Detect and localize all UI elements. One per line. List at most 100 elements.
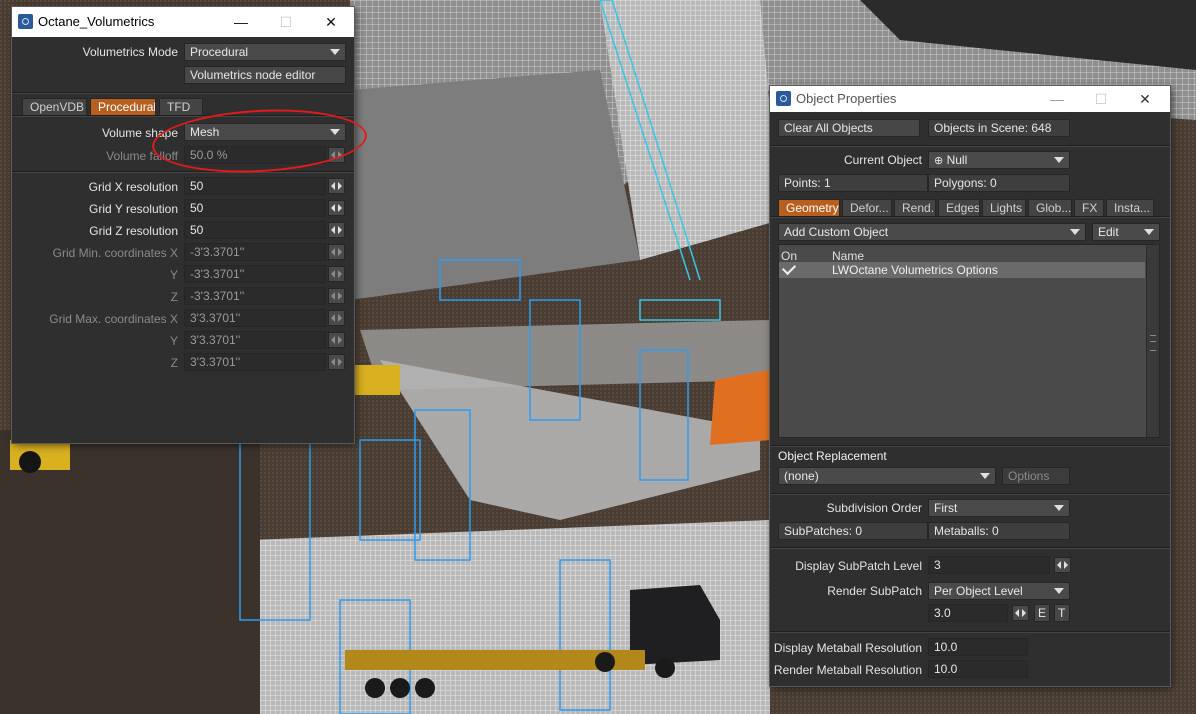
tab-global[interactable]: Glob... — [1028, 199, 1072, 217]
checkmark-icon[interactable] — [781, 260, 797, 276]
scrollbar-grip[interactable] — [1150, 335, 1156, 351]
chevron-down-icon — [1054, 157, 1064, 163]
envelope-e-button[interactable]: E — [1034, 604, 1050, 622]
render-subpatch-dropdown[interactable]: Per Object Level — [928, 582, 1070, 600]
grid-max-x-label: Grid Max. coordinates X — [49, 312, 178, 326]
grid-min-x-field[interactable]: -3'3.3701'' — [184, 243, 326, 261]
grid-x-spinner[interactable] — [328, 178, 345, 194]
grid-x-field[interactable]: 50 — [184, 177, 326, 195]
subdivision-order-value: First — [934, 501, 958, 515]
tab-tfd[interactable]: TFD — [159, 98, 203, 116]
maximize-icon[interactable]: ☐ — [1078, 86, 1124, 112]
options-button[interactable]: Options — [1002, 467, 1070, 485]
chevron-down-icon — [330, 49, 340, 55]
tab-fx[interactable]: FX — [1074, 199, 1104, 217]
tab-divider — [12, 115, 354, 117]
tab-instancing[interactable]: Insta... — [1106, 199, 1154, 217]
add-custom-object-label: Add Custom Object — [784, 225, 889, 239]
chevron-down-icon — [330, 129, 340, 135]
render-subpatch-field[interactable]: 3.0 — [928, 604, 1008, 622]
volume-shape-label: Volume shape — [101, 126, 178, 140]
volumetrics-window: Octane_Volumetrics — ☐ ✕ Volumetrics Mod… — [12, 7, 354, 443]
custom-object-list[interactable]: On Name LWOctane Volumetrics Options — [778, 244, 1160, 438]
minimize-icon[interactable]: — — [1034, 86, 1080, 112]
grid-y-label: Grid Y resolution — [89, 202, 178, 216]
divider — [770, 445, 1170, 447]
divider — [770, 547, 1170, 549]
render-subpatch-mode: Per Object Level — [934, 584, 1023, 598]
grid-min-z-field[interactable]: -3'3.3701'' — [184, 287, 326, 305]
object-properties-titlebar[interactable]: Object Properties — ☐ ✕ — [770, 86, 1170, 112]
grid-z-spinner[interactable] — [328, 222, 345, 238]
grid-max-z-spinner[interactable] — [328, 354, 345, 370]
grid-z-label: Grid Z resolution — [89, 224, 178, 238]
grid-min-x-spinner[interactable] — [328, 244, 345, 260]
tab-lights[interactable]: Lights — [982, 199, 1026, 217]
divider — [770, 493, 1170, 495]
grid-max-y-label: Y — [169, 334, 178, 348]
render-subpatch-spinner[interactable] — [1012, 605, 1029, 621]
lightwave-app-icon — [776, 91, 791, 106]
volume-falloff-spinner[interactable] — [328, 147, 345, 163]
tab-openvdb[interactable]: OpenVDB — [22, 98, 87, 116]
list-scrollbar[interactable] — [1146, 245, 1159, 437]
render-subpatch-label: Render SubPatch — [827, 584, 922, 598]
grid-min-y-field[interactable]: -3'3.3701'' — [184, 265, 326, 283]
texture-t-button[interactable]: T — [1054, 604, 1070, 622]
column-header-name[interactable]: Name — [832, 249, 864, 263]
tab-edges[interactable]: Edges — [938, 199, 980, 217]
tab-procedural[interactable]: Procedural — [90, 98, 156, 116]
null-object-icon: ⊕ — [934, 155, 944, 167]
grid-min-y-spinner[interactable] — [328, 266, 345, 282]
object-replacement-value: (none) — [784, 469, 819, 483]
divider — [12, 171, 354, 173]
volumetrics-mode-dropdown[interactable]: Procedural — [184, 43, 346, 61]
minimize-icon[interactable]: — — [218, 7, 264, 37]
divider — [770, 631, 1170, 633]
object-replacement-dropdown[interactable]: (none) — [778, 467, 996, 485]
maximize-icon[interactable]: ☐ — [263, 7, 309, 37]
render-metaball-field[interactable]: 10.0 — [928, 660, 1028, 678]
grid-y-field[interactable]: 50 — [184, 199, 326, 217]
subpatches-readout: SubPatches: 0 — [778, 522, 928, 540]
grid-min-z-label: Z — [170, 290, 178, 304]
subdivision-order-label: Subdivision Order — [826, 501, 922, 515]
edit-dropdown[interactable]: Edit — [1092, 223, 1160, 241]
volumetrics-node-editor-button[interactable]: Volumetrics node editor — [184, 66, 346, 84]
grid-max-y-spinner[interactable] — [328, 332, 345, 348]
divider — [12, 92, 354, 94]
display-subpatch-spinner[interactable] — [1054, 557, 1071, 573]
grid-min-x-label: Grid Min. coordinates X — [52, 246, 178, 260]
metaballs-readout: Metaballs: 0 — [928, 522, 1070, 540]
grid-z-field[interactable]: 50 — [184, 221, 326, 239]
tab-divider — [770, 216, 1170, 218]
grid-max-x-field[interactable]: 3'3.3701'' — [184, 309, 326, 327]
clear-all-objects-button[interactable]: Clear All Objects — [778, 119, 920, 137]
tab-render[interactable]: Rend... — [894, 199, 936, 217]
chevron-down-icon — [1054, 505, 1064, 511]
add-custom-object-dropdown[interactable]: Add Custom Object — [778, 223, 1086, 241]
volume-shape-dropdown[interactable]: Mesh — [184, 123, 346, 141]
current-object-label: Current Object — [843, 153, 922, 167]
display-metaball-field[interactable]: 10.0 — [928, 638, 1028, 656]
volume-falloff-field[interactable]: 50.0 % — [184, 146, 326, 164]
grid-min-z-spinner[interactable] — [328, 288, 345, 304]
volumetrics-titlebar[interactable]: Octane_Volumetrics — ☐ ✕ — [12, 7, 354, 37]
close-icon[interactable]: ✕ — [308, 7, 354, 37]
subdivision-order-dropdown[interactable]: First — [928, 499, 1070, 517]
grid-y-spinner[interactable] — [328, 200, 345, 216]
grid-max-x-spinner[interactable] — [328, 310, 345, 326]
render-metaball-label: Render Metaball Resolution — [773, 663, 922, 677]
grid-max-z-field[interactable]: 3'3.3701'' — [184, 353, 326, 371]
list-item[interactable]: LWOctane Volumetrics Options — [779, 260, 1145, 278]
divider — [770, 145, 1170, 147]
tab-geometry[interactable]: Geometry — [778, 199, 840, 217]
object-replacement-label: Object Replacement — [778, 449, 887, 463]
window-title: Octane_Volumetrics — [38, 14, 155, 29]
current-object-dropdown[interactable]: ⊕ Null — [928, 151, 1070, 169]
grid-max-y-field[interactable]: 3'3.3701'' — [184, 331, 326, 349]
display-subpatch-field[interactable]: 3 — [928, 556, 1050, 574]
close-icon[interactable]: ✕ — [1122, 86, 1168, 112]
volume-shape-value: Mesh — [190, 125, 220, 139]
tab-deformations[interactable]: Defor... — [842, 199, 892, 217]
